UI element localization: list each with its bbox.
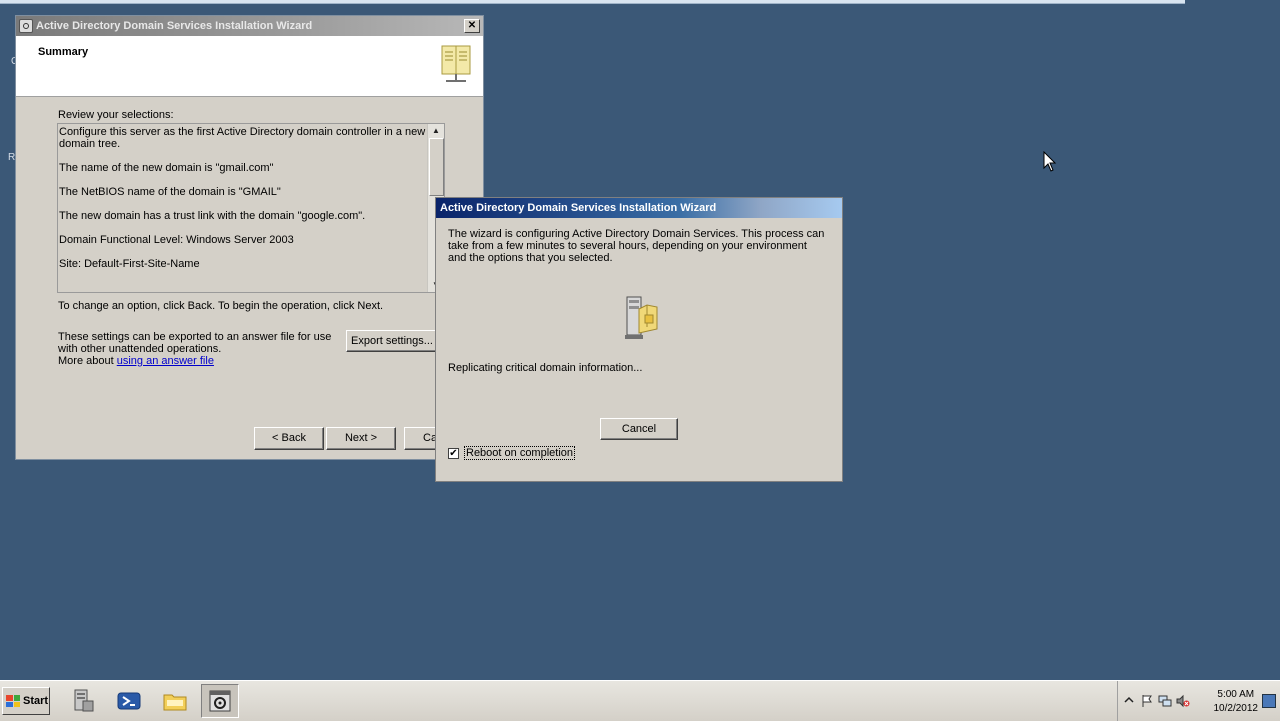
export-description: These settings can be exported to an ans… bbox=[58, 331, 332, 355]
clock-date: 10/2/2012 bbox=[1213, 703, 1259, 714]
mouse-cursor-icon bbox=[1043, 151, 1057, 172]
progress-status: Replicating critical domain information.… bbox=[448, 362, 643, 374]
powershell-icon[interactable] bbox=[110, 684, 148, 718]
action-center-flag-icon[interactable] bbox=[1140, 694, 1154, 708]
review-line: The new domain has a trust link with the… bbox=[59, 210, 366, 222]
progress-titlebar[interactable]: Active Directory Domain Services Install… bbox=[436, 198, 842, 218]
chevron-up-icon[interactable] bbox=[1122, 694, 1136, 708]
cancel-progress-button[interactable]: Cancel bbox=[600, 418, 678, 440]
scroll-up-icon[interactable]: ▲ bbox=[428, 124, 444, 138]
wizard-title: Active Directory Domain Services Install… bbox=[36, 20, 313, 32]
back-button[interactable]: < Back bbox=[254, 427, 324, 450]
ad-wizard-icon[interactable] bbox=[201, 684, 239, 718]
progress-title: Active Directory Domain Services Install… bbox=[440, 202, 717, 214]
network-icon[interactable] bbox=[1158, 694, 1172, 708]
scroll-thumb[interactable] bbox=[429, 138, 444, 196]
change-option-text: To change an option, click Back. To begi… bbox=[58, 300, 384, 312]
review-line: Site: Default-First-Site-Name bbox=[59, 258, 200, 270]
review-line: The name of the new domain is "gmail.com… bbox=[59, 162, 274, 174]
review-line: Configure this server as the first Activ… bbox=[59, 126, 426, 150]
book-icon bbox=[441, 45, 471, 82]
page-title: Summary bbox=[38, 46, 89, 58]
taskbar: Start 5:00 AM 10/2/2012 bbox=[0, 680, 1280, 721]
review-label: Review your selections: bbox=[58, 109, 174, 121]
start-button[interactable]: Start bbox=[2, 687, 50, 715]
export-settings-button[interactable]: Export settings... bbox=[346, 330, 438, 352]
show-desktop-button[interactable] bbox=[1262, 694, 1276, 708]
ad-ds-progress-dialog: Active Directory Domain Services Install… bbox=[435, 197, 843, 482]
close-icon[interactable]: ✕ bbox=[464, 19, 480, 33]
server-icon bbox=[625, 296, 658, 339]
ad-ds-wizard-window: Active Directory Domain Services Install… bbox=[15, 15, 484, 460]
reboot-option[interactable]: ✔ Reboot on completion bbox=[448, 446, 576, 460]
review-line: Domain Functional Level: Windows Server … bbox=[59, 234, 294, 246]
start-label: Start bbox=[23, 695, 49, 707]
answer-file-link[interactable]: using an answer file bbox=[117, 355, 214, 367]
wizard-app-icon bbox=[19, 19, 33, 33]
next-button[interactable]: Next > bbox=[326, 427, 396, 450]
server-manager-icon[interactable] bbox=[64, 684, 102, 718]
export-info: These settings can be exported to an ans… bbox=[58, 331, 338, 367]
windows-logo-icon bbox=[6, 695, 20, 707]
volume-muted-icon[interactable] bbox=[1176, 694, 1190, 708]
explorer-folder-icon[interactable] bbox=[156, 684, 194, 718]
review-line: The NetBIOS name of the domain is "GMAIL… bbox=[59, 186, 281, 198]
progress-message: The wizard is configuring Active Directo… bbox=[448, 228, 825, 264]
system-tray: 5:00 AM 10/2/2012 bbox=[1117, 681, 1280, 721]
wizard-titlebar[interactable]: Active Directory Domain Services Install… bbox=[16, 16, 483, 36]
wizard-header: Summary bbox=[16, 36, 483, 97]
more-about-label: More about bbox=[58, 355, 114, 367]
desktop-window-edge bbox=[0, 0, 1185, 4]
review-text: Configure this server as the first Activ… bbox=[59, 126, 427, 282]
review-selections-box[interactable]: Configure this server as the first Activ… bbox=[57, 123, 445, 293]
clock-time: 5:00 AM bbox=[1217, 689, 1255, 700]
reboot-checkbox[interactable]: ✔ bbox=[448, 447, 459, 459]
reboot-label: Reboot on completion bbox=[464, 446, 576, 460]
clock[interactable]: 5:00 AM 10/2/2012 bbox=[1214, 688, 1259, 716]
